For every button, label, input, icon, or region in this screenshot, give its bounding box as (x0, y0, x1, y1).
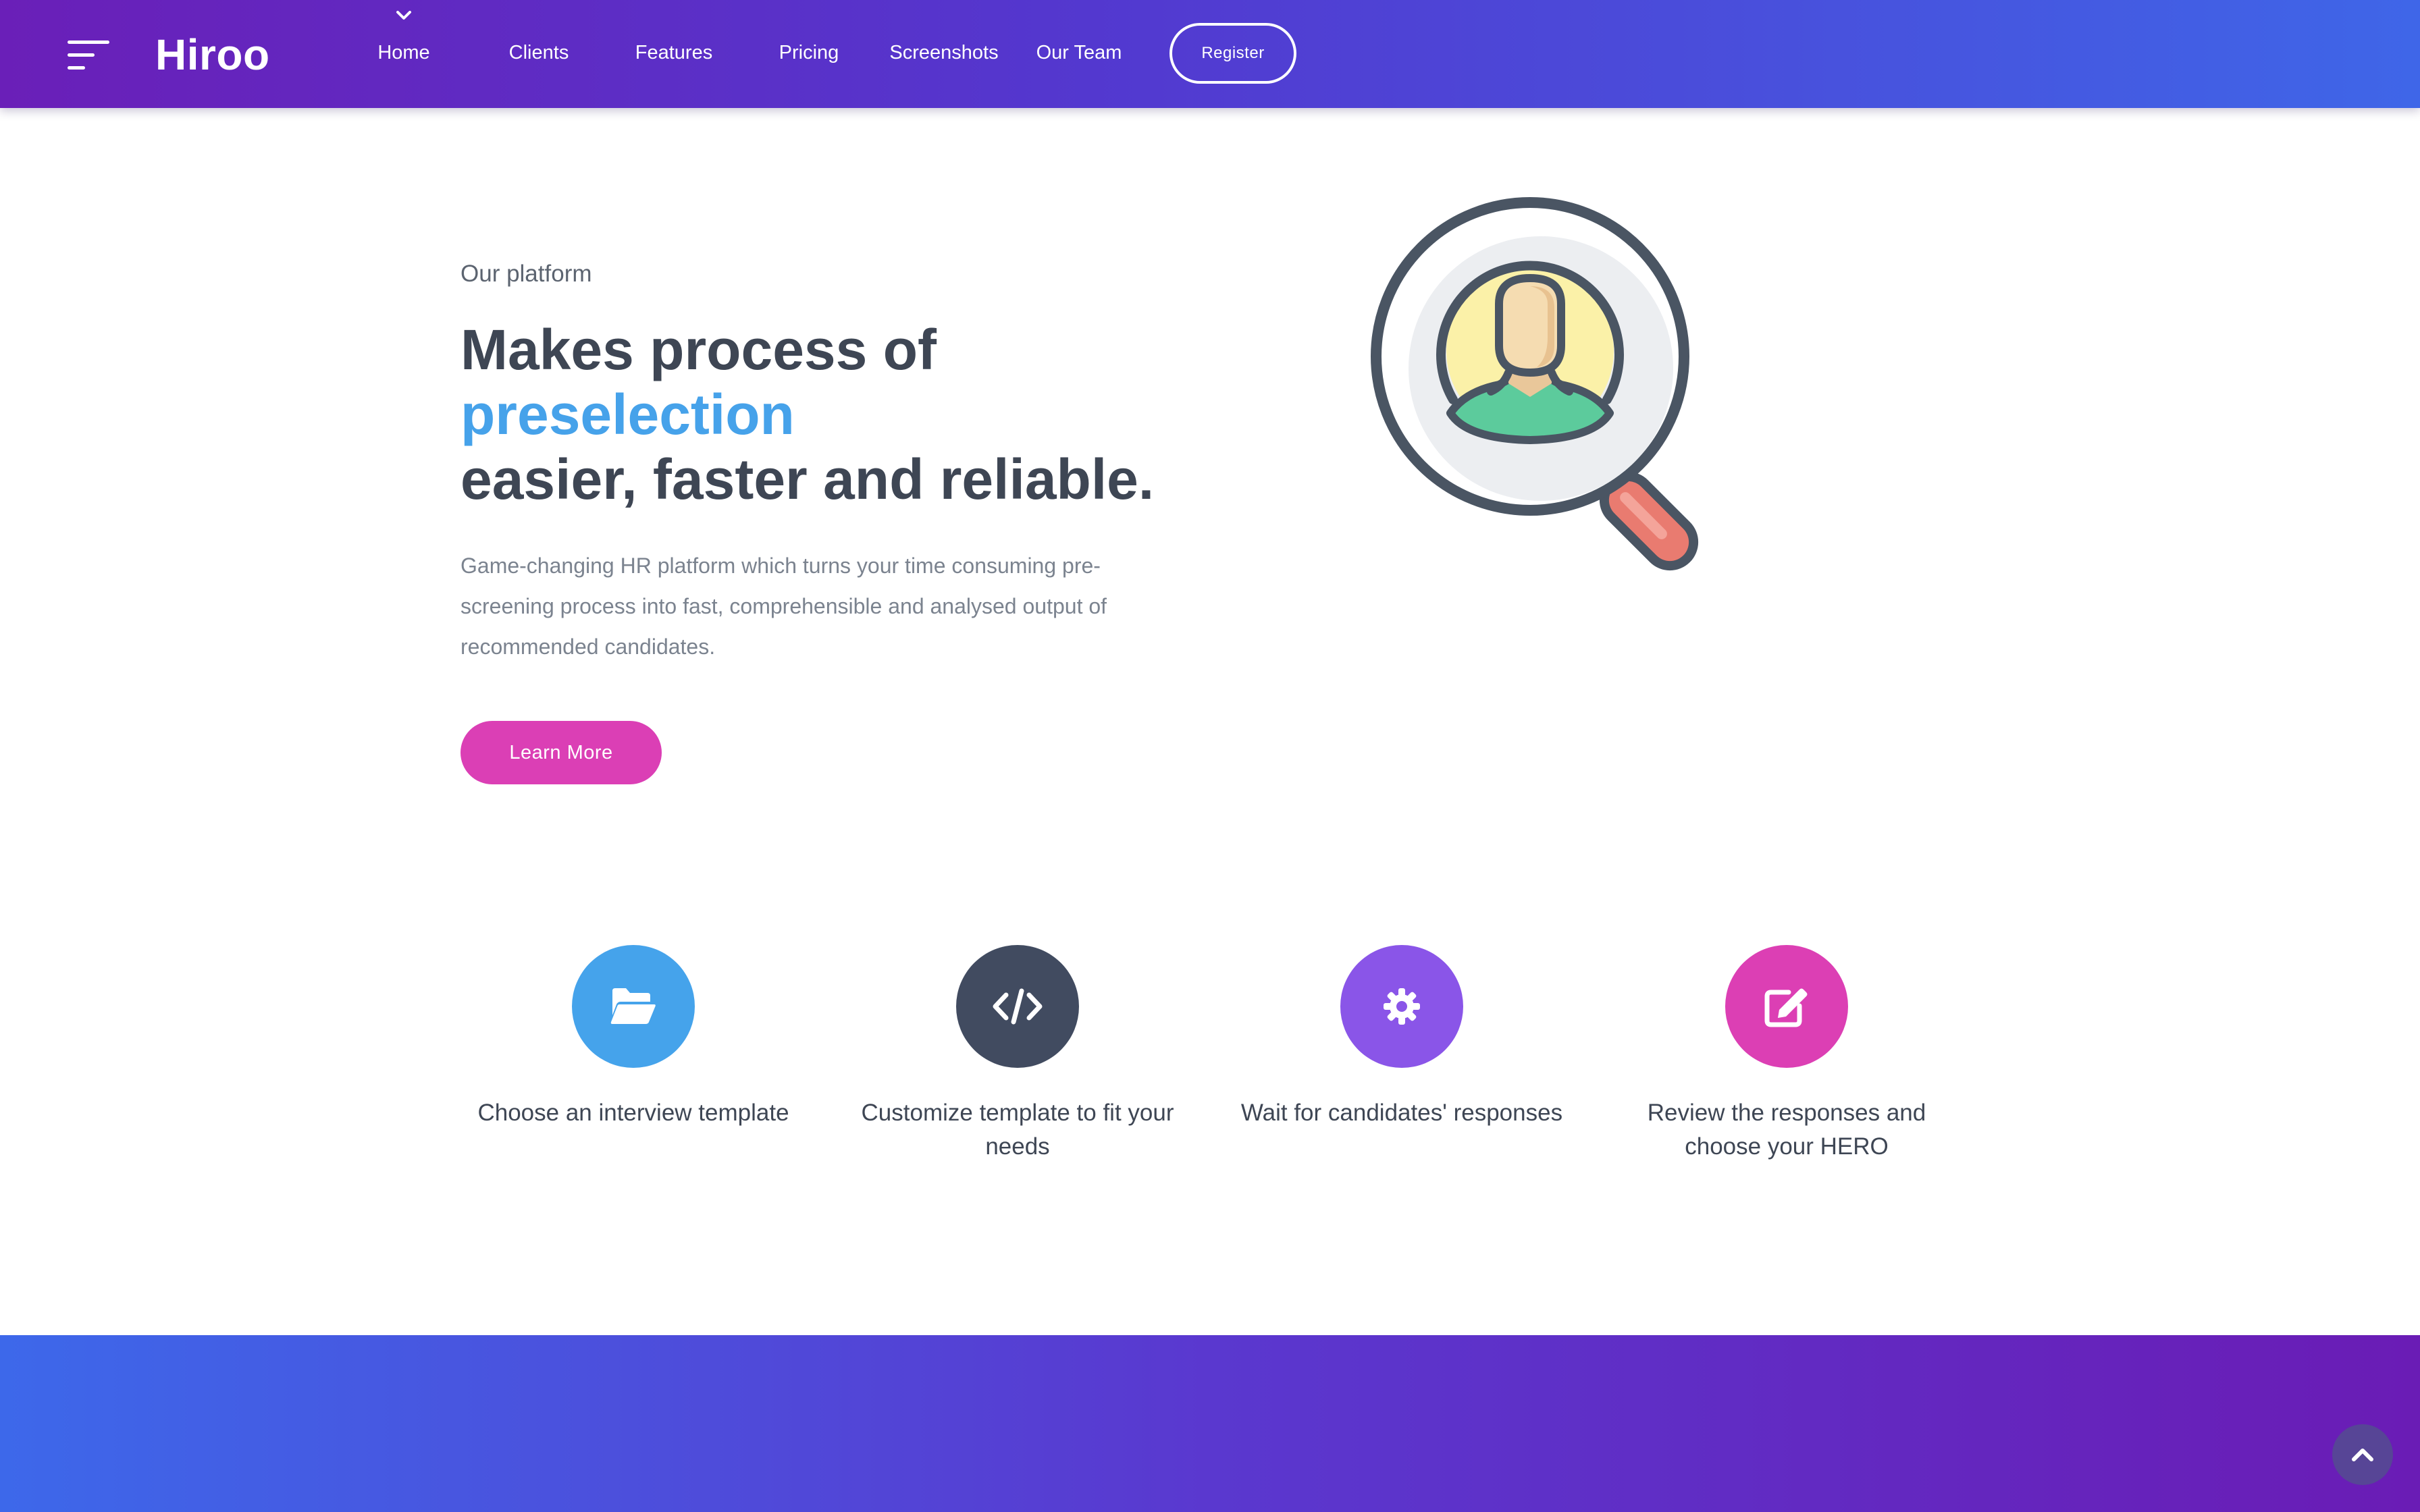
edit-icon (1764, 988, 1808, 1027)
learn-more-button[interactable]: Learn More (461, 721, 662, 784)
nav-pricing[interactable]: Pricing (779, 42, 839, 64)
chevron-down-icon (396, 11, 411, 20)
headline-highlight: preselection (461, 383, 795, 446)
hero-eyebrow: Our platform (461, 261, 592, 287)
step-label: Choose an interview template (477, 1100, 789, 1126)
nav-home[interactable]: Home (377, 42, 429, 64)
brand-logo[interactable]: Hiroo (155, 30, 270, 80)
chevron-up-icon (2352, 1449, 2373, 1461)
step-wait-responses: Wait for candidates' responses (1226, 945, 1577, 1130)
step-label: Customize template to fit your needs (861, 1100, 1174, 1160)
step-icon-circle (572, 945, 695, 1068)
nav-screenshots[interactable]: Screenshots (889, 42, 998, 64)
register-button[interactable]: Register (1169, 23, 1296, 84)
footer-gradient-section (0, 1335, 2420, 1512)
hero-description: Game-changing HR platform which turns yo… (461, 554, 1107, 659)
step-review-responses: Review the responses and choose your HER… (1611, 945, 1962, 1164)
nav-our-team[interactable]: Our Team (1036, 42, 1122, 64)
code-icon (993, 988, 1043, 1025)
top-navbar: Hiroo Home Clients Features Pricing Scre… (0, 0, 2420, 108)
headline-line-1: Makes process of (461, 318, 937, 381)
folder-open-icon (610, 988, 656, 1024)
scroll-to-top-button[interactable] (2332, 1424, 2393, 1485)
step-choose-template: Choose an interview template (458, 945, 809, 1130)
nav-features[interactable]: Features (635, 42, 712, 64)
headline-line-3: easier, faster and reliable. (461, 448, 1155, 511)
step-icon-circle (956, 945, 1079, 1068)
step-customize-template: Customize template to fit your needs (842, 945, 1193, 1164)
step-label: Wait for candidates' responses (1240, 1100, 1563, 1126)
step-icon-circle (1725, 945, 1848, 1068)
nav-clients[interactable]: Clients (509, 42, 569, 64)
step-label: Review the responses and choose your HER… (1647, 1100, 1926, 1160)
gear-icon (1384, 988, 1420, 1025)
hamburger-menu-icon[interactable] (68, 40, 109, 70)
step-icon-circle (1340, 945, 1463, 1068)
hero-headline: Makes process of preselection easier, fa… (461, 317, 1271, 512)
magnifier-candidate-icon (1371, 197, 1699, 571)
